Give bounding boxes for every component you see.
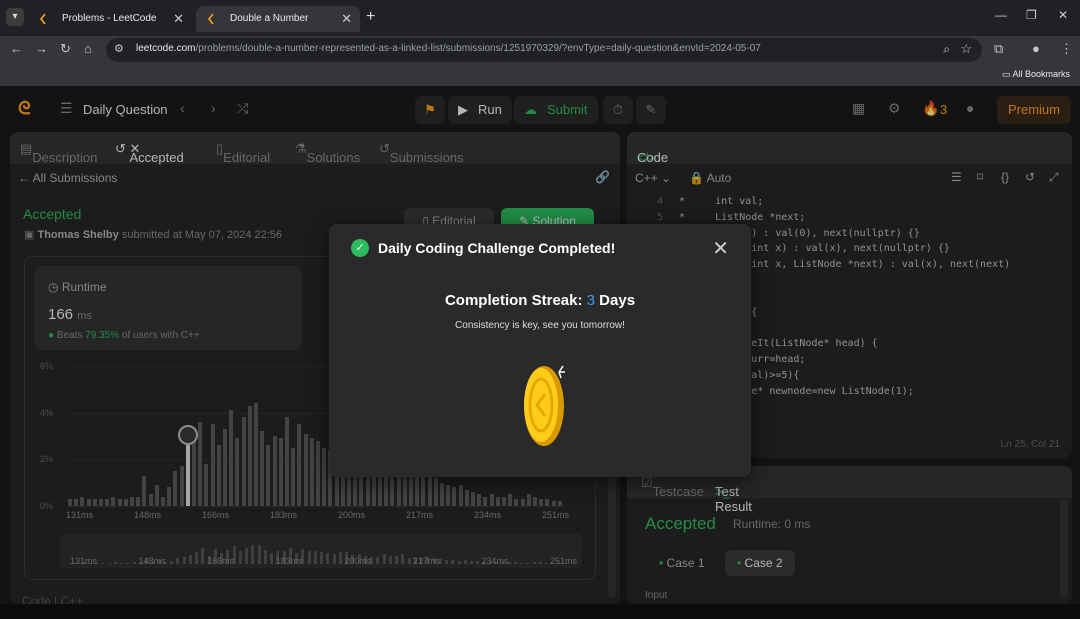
restore-icon[interactable]: ❐ [1026, 8, 1037, 22]
all-bookmarks-link[interactable]: ▭ All Bookmarks [1002, 69, 1070, 80]
home-icon[interactable]: ⌂ [84, 41, 92, 56]
tab-title: Problems - LeetCode [62, 13, 157, 24]
new-tab-icon[interactable]: + [366, 8, 375, 26]
extensions-icon[interactable]: ⧉ [994, 41, 1003, 57]
modal-subtitle: Consistency is key, see you tomorrow! [455, 320, 625, 331]
leetcode-favicon-icon [39, 13, 46, 25]
completion-streak: Completion Streak: 3 Days [444, 292, 636, 309]
address-toolbar: ← → ↻ ⌂ ⚙ leetcode.com/problems/double-a… [0, 36, 1080, 64]
close-tab-icon[interactable]: ✕ [173, 6, 184, 32]
forward-icon[interactable]: → [35, 41, 48, 56]
daily-challenge-modal: ✓ Daily Coding Challenge Completed! ✕ Co… [329, 224, 751, 477]
profile-avatar[interactable]: ● [1032, 41, 1040, 56]
tab-search-icon[interactable]: ▾ [6, 8, 24, 26]
gold-coin-icon [524, 365, 565, 446]
reload-icon[interactable]: ↻ [60, 41, 71, 57]
close-icon[interactable]: ✕ [712, 236, 729, 261]
modal-title: Daily Coding Challenge Completed! [378, 240, 616, 256]
site-settings-icon[interactable]: ⚙ [114, 42, 124, 55]
url-text: leetcode.com/problems/double-a-number-re… [136, 43, 761, 54]
minimize-icon[interactable]: — [995, 8, 1007, 22]
close-window-icon[interactable]: ✕ [1058, 8, 1068, 22]
browser-tab-problems[interactable]: Problems - LeetCode ✕ [28, 6, 192, 32]
back-icon[interactable]: ← [10, 41, 23, 56]
streak-number: 3 [586, 292, 595, 309]
browser-tab-double-number[interactable]: Double a Number Represented ✕ [196, 6, 360, 50]
url-field[interactable]: ⚙ leetcode.com/problems/double-a-number-… [106, 38, 982, 62]
leetcode-favicon-icon [207, 13, 214, 25]
bookmark-star-icon[interactable]: ☆ [960, 41, 972, 57]
zoom-icon[interactable]: ⌕ [943, 42, 950, 57]
browser-menu-icon[interactable]: ⋮ [1060, 41, 1073, 57]
check-circle-icon: ✓ [351, 239, 369, 257]
browser-tab-bar: ▾ Problems - LeetCode ✕ Double a Number … [0, 0, 1080, 50]
bookmarks-bar: ▭ All Bookmarks [0, 64, 1080, 86]
close-tab-icon[interactable]: ✕ [341, 6, 352, 32]
